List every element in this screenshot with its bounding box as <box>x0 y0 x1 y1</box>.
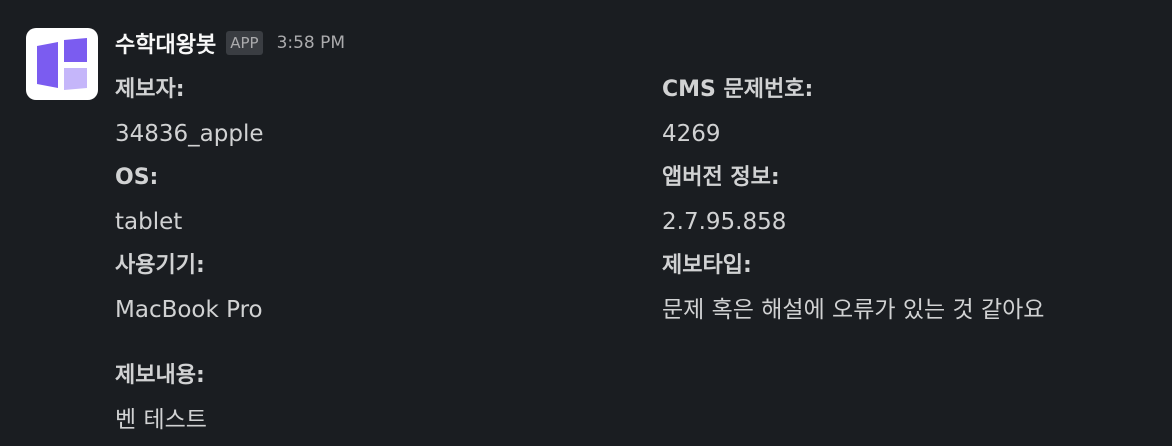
slack-message: 수학대왕봇 APP 3:58 PM 제보자: 34836_apple CMS 문… <box>0 0 1172 446</box>
fields-grid: 제보자: 34836_apple CMS 문제번호: 4269 OS: tabl… <box>115 68 1172 332</box>
field-label: 사용기기: <box>115 253 205 278</box>
message-header: 수학대왕봇 APP 3:58 PM <box>115 24 1172 62</box>
field-value: 문제 혹은 해설에 오류가 있는 것 같아요 <box>662 297 1045 323</box>
field-value: MacBook Pro <box>115 297 263 323</box>
field-label: 제보자: <box>115 77 185 102</box>
bot-avatar[interactable] <box>26 28 98 100</box>
field-value: 4269 <box>662 121 721 147</box>
field-label: OS: <box>115 165 159 190</box>
field-value: 2.7.95.858 <box>662 209 787 235</box>
field-os: OS: tablet <box>115 156 662 244</box>
field-reporter: 제보자: 34836_apple <box>115 68 662 156</box>
field-label: 제보타입: <box>662 253 752 278</box>
app-badge: APP <box>226 31 263 55</box>
field-value: 34836_apple <box>115 121 264 147</box>
sender-name[interactable]: 수학대왕봇 <box>115 27 216 59</box>
field-label: 제보내용: <box>115 363 205 388</box>
field-device: 사용기기: MacBook Pro <box>115 244 662 332</box>
field-label: 앱버전 정보: <box>662 165 780 190</box>
field-label: CMS 문제번호: <box>662 77 814 102</box>
field-report-content: 제보내용: 벤 테스트 <box>115 354 1172 442</box>
field-value: 벤 테스트 <box>115 407 207 433</box>
field-cms-problem-number: CMS 문제번호: 4269 <box>662 68 1142 156</box>
field-report-type: 제보타입: 문제 혹은 해설에 오류가 있는 것 같아요 <box>662 244 1142 332</box>
field-value: tablet <box>115 209 183 235</box>
field-app-version: 앱버전 정보: 2.7.95.858 <box>662 156 1142 244</box>
message-timestamp[interactable]: 3:58 PM <box>277 33 346 53</box>
message-content: 수학대왕봇 APP 3:58 PM 제보자: 34836_apple CMS 문… <box>115 24 1172 442</box>
book-logo-icon <box>37 38 87 90</box>
